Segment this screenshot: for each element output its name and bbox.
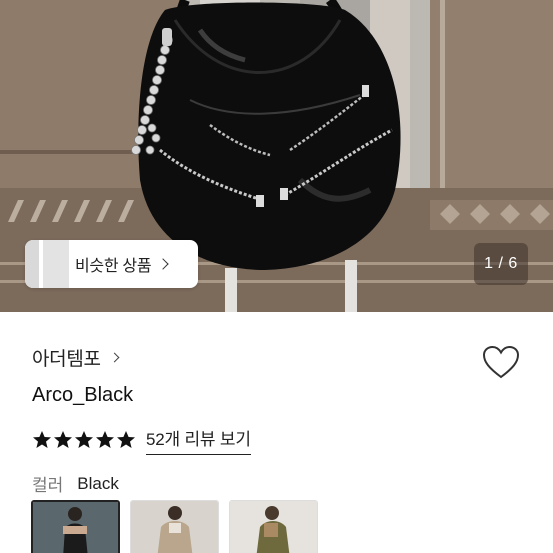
star-icon	[33, 431, 51, 448]
star-rating	[32, 430, 136, 450]
similar-products-button[interactable]: 비슷한 상품	[25, 240, 198, 288]
chevron-right-icon	[109, 352, 120, 363]
star-icon	[75, 431, 93, 448]
star-icon	[54, 431, 72, 448]
product-image-carousel[interactable]: 비슷한 상품 1 / 6	[0, 0, 553, 312]
product-title: Arco_Black	[32, 384, 134, 406]
rating-row: 52개 리뷰 보기	[32, 425, 251, 455]
brand-link[interactable]: 아더템포	[32, 344, 120, 371]
color-swatch-beige[interactable]	[130, 500, 219, 553]
color-swatch-olive[interactable]	[229, 500, 318, 553]
color-option-label: 컬러	[32, 476, 64, 495]
star-icon	[117, 431, 135, 448]
color-swatch-black[interactable]	[31, 500, 120, 553]
similar-products-thumbnail	[25, 240, 69, 288]
image-counter: 1 / 6	[474, 243, 528, 285]
reviews-link[interactable]: 52개 리뷰 보기	[146, 425, 251, 455]
similar-products-label: 비슷한 상품	[75, 258, 152, 275]
chevron-right-icon	[157, 258, 169, 270]
heart-icon[interactable]	[481, 344, 521, 380]
color-option-row: 컬러 Black	[32, 471, 119, 496]
color-swatch-list	[31, 500, 318, 553]
star-icon	[96, 431, 114, 448]
color-option-value: Black	[77, 473, 119, 493]
brand-name: 아더템포	[32, 349, 101, 370]
